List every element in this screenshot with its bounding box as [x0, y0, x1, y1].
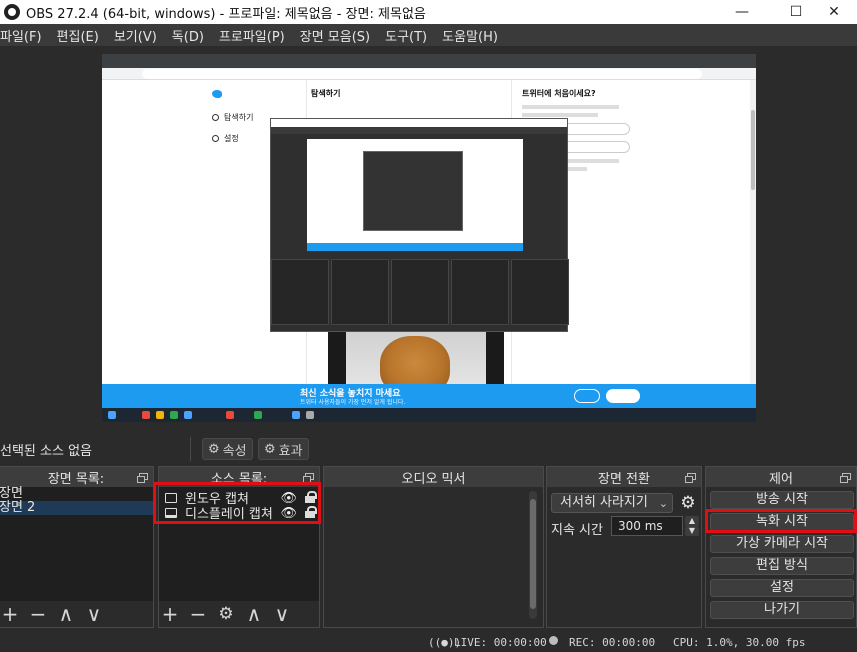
- menu-edit[interactable]: 편집(E): [57, 26, 105, 45]
- nav-settings: 설정: [224, 134, 239, 143]
- title-bar: OBS 27.2.4 (64-bit, windows) - 프로파일: 제목없…: [0, 0, 857, 24]
- windows-taskbar: [102, 408, 756, 422]
- undock-icon[interactable]: [137, 473, 148, 483]
- browser-tab-strip: [102, 54, 756, 68]
- window-title: OBS 27.2.4 (64-bit, windows) - 프로파일: 제목없…: [26, 6, 426, 22]
- mixer-body: [324, 487, 543, 627]
- duration-decrease-button[interactable]: ▼: [685, 526, 699, 536]
- explore-icon: [212, 114, 219, 121]
- studio-mode-button[interactable]: 편집 방식: [710, 557, 854, 575]
- menu-tools[interactable]: 도구(T): [385, 26, 433, 45]
- properties-label: 속성: [222, 443, 247, 459]
- preview-area[interactable]: 탐색하기 설정 탐색하기 트위터에 처음이세요? 최신 소식을 놓치지 마세요 …: [0, 46, 857, 432]
- record-icon: [549, 636, 558, 645]
- settings-button[interactable]: 설정: [710, 579, 854, 597]
- scenes-dock-title: 장면 목록:: [47, 471, 105, 487]
- start-streaming-button[interactable]: 방송 시작: [710, 491, 854, 509]
- remove-source-button[interactable]: −: [189, 604, 207, 624]
- preview-canvas[interactable]: 탐색하기 설정 탐색하기 트위터에 처음이세요? 최신 소식을 놓치지 마세요 …: [102, 54, 756, 422]
- menu-help[interactable]: 도움말(H): [442, 26, 504, 45]
- transition-select[interactable]: 서서히 사라지기 ⌄: [551, 493, 673, 513]
- status-bar: ((●)) LIVE: 00:00:00 REC: 00:00:00 CPU: …: [0, 632, 857, 652]
- live-timer: LIVE: 00:00:00: [454, 636, 547, 649]
- undock-icon[interactable]: [685, 473, 696, 483]
- move-scene-down-button[interactable]: ∨: [85, 604, 103, 624]
- add-source-button[interactable]: +: [161, 604, 179, 624]
- add-scene-button[interactable]: +: [1, 604, 19, 624]
- browser-address-bar: [102, 68, 756, 80]
- audio-mixer-dock: 오디오 믹서: [323, 466, 544, 628]
- mixer-dock-title: 오디오 믹서: [401, 471, 466, 487]
- obs-logo-icon: [4, 4, 20, 20]
- properties-button[interactable]: ⚙ 속성: [202, 438, 253, 460]
- minimize-button[interactable]: —: [719, 0, 765, 24]
- twitter-login-banner: 최신 소식을 놓치지 마세요 트위터 사용자들이 가장 먼저 알게 됩니다.: [102, 384, 756, 408]
- remove-scene-button[interactable]: −: [29, 604, 47, 624]
- rec-timer: REC: 00:00:00: [569, 636, 656, 649]
- transition-select-value: 서서히 사라지기: [560, 495, 648, 510]
- filters-icon: ⚙: [264, 441, 276, 457]
- duration-increase-button[interactable]: ▲: [685, 516, 699, 526]
- timeline-heading: 탐색하기: [311, 89, 341, 98]
- transition-settings-button[interactable]: ⚙: [677, 493, 699, 513]
- gear-icon: ⚙: [208, 441, 220, 457]
- scene-transitions-dock: 장면 전환 서서히 사라지기 ⌄ ⚙ 지속 시간 300 ms ▲ ▼: [546, 466, 702, 628]
- scene-list: 장면 장면 2: [0, 487, 153, 601]
- controls-dock: 제어 방송 시작 녹화 시작 가상 카메라 시작 편집 방식 설정 나가기: [705, 466, 857, 628]
- scene-item[interactable]: 장면: [0, 487, 153, 501]
- move-scene-up-button[interactable]: ∧: [57, 604, 75, 624]
- undock-icon[interactable]: [303, 473, 314, 483]
- duration-label: 지속 시간: [551, 523, 603, 538]
- exit-button[interactable]: 나가기: [710, 601, 854, 619]
- menu-file[interactable]: 파일(F): [0, 26, 48, 45]
- start-virtual-camera-button[interactable]: 가상 카메라 시작: [710, 535, 854, 553]
- context-divider: [190, 437, 191, 461]
- move-source-up-button[interactable]: ∧: [245, 604, 263, 624]
- filters-button[interactable]: ⚙ 효과: [258, 438, 309, 460]
- signup-heading: 트위터에 처음이세요?: [522, 89, 596, 98]
- nav-explore: 탐색하기: [224, 113, 254, 122]
- filters-label: 효과: [278, 443, 303, 459]
- menu-docks[interactable]: 독(D): [172, 26, 210, 45]
- settings-icon: [212, 135, 219, 142]
- banner-login-button: [574, 389, 600, 403]
- twitter-sidebar: 탐색하기 설정: [212, 90, 253, 154]
- twitter-bird-icon: [212, 90, 222, 98]
- banner-subtitle: 트위터 사용자들이 가장 먼저 알게 됩니다.: [300, 399, 406, 406]
- scenes-dock: 장면 목록: 장면 장면 2 + − ∧ ∨: [0, 466, 154, 628]
- close-button[interactable]: ✕: [811, 0, 857, 24]
- highlight-box-sources: [153, 482, 321, 524]
- mixer-scrollbar[interactable]: [529, 491, 537, 619]
- controls-dock-title: 제어: [769, 471, 793, 487]
- browser-scrollbar: [750, 80, 756, 384]
- menu-profile[interactable]: 프로파일(P): [219, 26, 291, 45]
- menu-bar: 파일(F) 편집(E) 보기(V) 독(D) 프로파일(P) 장면 모음(S) …: [0, 24, 857, 46]
- menu-view[interactable]: 보기(V): [114, 26, 163, 45]
- transitions-dock-title: 장면 전환: [598, 471, 650, 487]
- cpu-fps-readout: CPU: 1.0%, 30.00 fps: [673, 636, 806, 649]
- highlight-box-record: [705, 509, 857, 533]
- nested-obs-window: [270, 118, 569, 332]
- menu-scene-collection[interactable]: 장면 모음(S): [300, 26, 376, 45]
- scene-item-selected[interactable]: 장면 2: [0, 501, 153, 515]
- source-settings-button[interactable]: ⚙: [217, 604, 235, 624]
- selected-source-label: 선택된 소스 없음: [0, 444, 92, 459]
- undock-icon[interactable]: [840, 473, 851, 483]
- banner-signup-button: [606, 389, 640, 403]
- duration-input[interactable]: 300 ms: [611, 516, 683, 536]
- chevron-down-icon: ⌄: [658, 497, 668, 510]
- move-source-down-button[interactable]: ∨: [273, 604, 291, 624]
- context-bar: 선택된 소스 없음 ⚙ 속성 ⚙ 효과: [0, 434, 857, 464]
